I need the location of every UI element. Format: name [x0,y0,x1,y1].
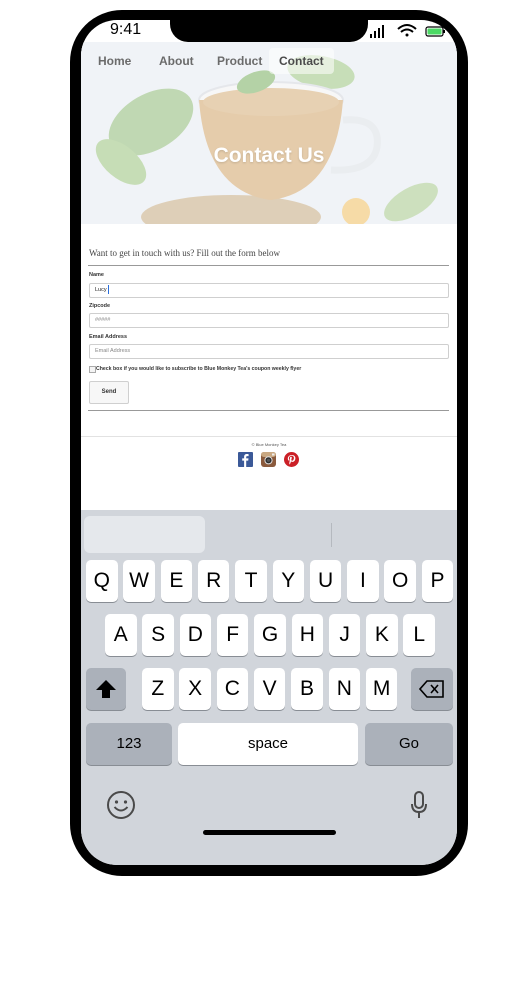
numbers-key[interactable]: 123 [86,723,172,765]
name-value: Lucy [95,287,107,293]
key-l[interactable]: L [403,614,435,656]
footer-divider [81,436,457,437]
space-key[interactable]: space [178,723,358,765]
onscreen-keyboard: QWERTYUIOP ASDFGHJKL ZXCVBNM 123 space G… [81,510,457,865]
notch [170,14,368,42]
subscribe-checkbox[interactable] [89,366,96,373]
key-g[interactable]: G [254,614,286,656]
name-label: Name [89,272,104,278]
key-c[interactable]: C [216,668,249,710]
shift-key[interactable] [86,668,126,710]
status-time: 9:41 [110,21,142,38]
key-o[interactable]: O [384,560,416,602]
subscribe-label: Check box if you would like to subscribe… [96,366,302,372]
key-k[interactable]: K [366,614,398,656]
divider [88,410,449,411]
wifi-icon [397,24,417,37]
hero-banner: Home About Product Contact Contact Us [81,42,457,224]
home-indicator [203,830,336,835]
key-t[interactable]: T [235,560,267,602]
key-j[interactable]: J [328,614,361,656]
delete-key[interactable] [411,668,453,710]
zipcode-input[interactable]: ##### [89,313,449,328]
signal-icon [370,25,384,38]
name-input[interactable]: Lucy [89,283,449,298]
divider [88,265,449,266]
key-z[interactable]: Z [142,668,174,710]
key-d[interactable]: D [179,614,212,656]
screen: Home About Product Contact Contact Us Wa… [81,20,457,865]
key-i[interactable]: I [347,560,379,602]
top-nav: Home About Product Contact [81,48,457,74]
key-a[interactable]: A [105,614,137,656]
battery-icon [425,26,445,37]
key-b[interactable]: B [291,668,323,710]
key-r[interactable]: R [197,560,230,602]
status-icons [370,24,445,38]
pinterest-icon[interactable] [284,452,299,467]
key-m[interactable]: M [365,668,398,710]
key-n[interactable]: N [328,668,361,710]
instagram-icon[interactable] [261,452,276,467]
email-input[interactable]: Email Address [89,344,449,359]
key-p[interactable]: P [421,560,454,602]
nav-contact[interactable]: Contact [269,48,334,74]
nav-product[interactable]: Product [207,48,272,74]
zipcode-label: Zipcode [89,303,111,309]
key-w[interactable]: W [123,560,155,602]
go-key[interactable]: Go [365,723,453,765]
key-s[interactable]: S [142,614,174,656]
send-button[interactable]: Send [89,381,129,404]
text-caret [107,285,109,295]
key-h[interactable]: H [291,614,324,656]
shift-icon [96,680,116,698]
key-u[interactable]: U [309,560,342,602]
emoji-icon[interactable] [106,790,136,820]
key-q[interactable]: Q [86,560,118,602]
key-f[interactable]: F [216,614,249,656]
key-y[interactable]: Y [272,560,305,602]
email-label: Email Address [89,334,128,340]
page-title: Contact Us [213,144,325,167]
key-x[interactable]: X [179,668,211,710]
suggestion-divider [331,523,332,547]
backspace-icon [418,680,444,698]
microphone-icon[interactable] [409,790,429,820]
copyright: © Blue Monkey Tea [251,442,287,447]
key-v[interactable]: V [253,668,286,710]
nav-about[interactable]: About [149,48,204,74]
facebook-icon[interactable] [238,452,253,467]
nav-home[interactable]: Home [88,48,141,74]
key-e[interactable]: E [160,560,193,602]
form-intro: Want to get in touch with us? Fill out t… [89,248,280,258]
suggestion-slot[interactable] [84,516,205,553]
